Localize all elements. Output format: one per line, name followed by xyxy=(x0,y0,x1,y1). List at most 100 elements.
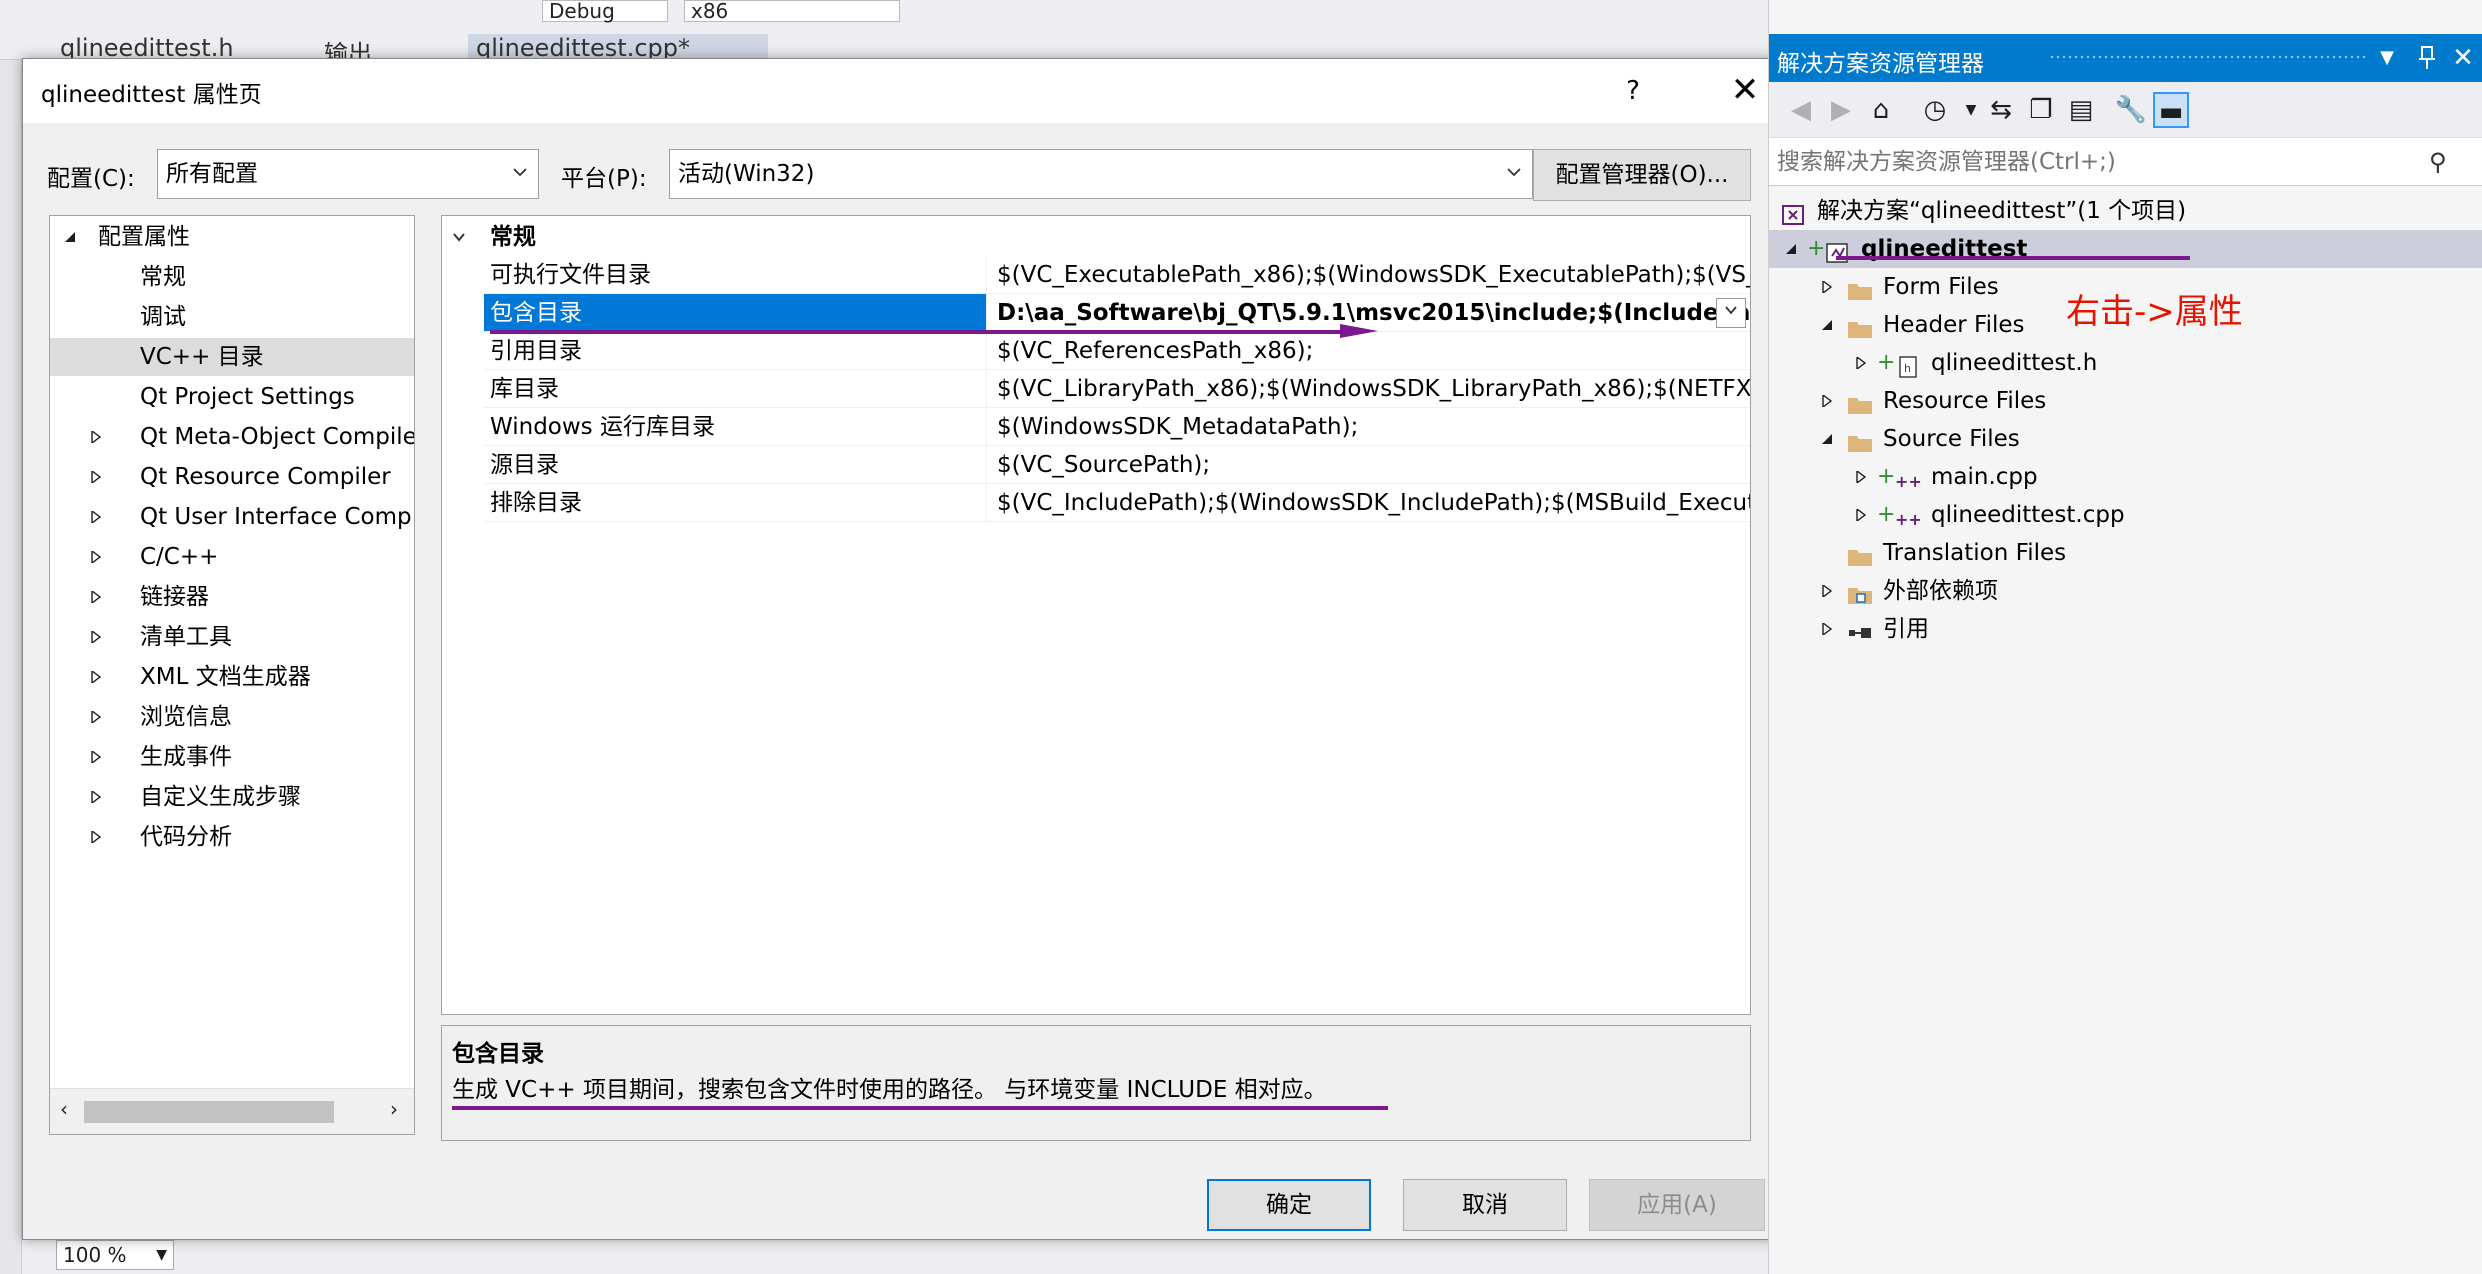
preview-selected-icon[interactable]: ▬ xyxy=(2153,92,2189,128)
history-icon[interactable]: ◷ xyxy=(1917,92,1953,128)
tree-horizontal-scrollbar[interactable]: ‹ › xyxy=(50,1088,414,1134)
collapsed-triangle-icon[interactable] xyxy=(90,711,102,723)
tree-item[interactable]: 配置属性 xyxy=(50,218,414,256)
solution-tree-item[interactable]: + ++ qlineedittest.cpp xyxy=(1769,496,2482,534)
collapsed-triangle-icon[interactable] xyxy=(1855,509,1867,521)
description-title: 包含目录 xyxy=(452,1041,544,1067)
expanded-triangle-icon[interactable] xyxy=(64,231,76,243)
tree-item[interactable]: 代码分析 xyxy=(50,818,414,856)
collapsed-triangle-icon[interactable] xyxy=(90,751,102,763)
tree-item[interactable]: 生成事件 xyxy=(50,738,414,776)
apply-button[interactable]: 应用(A) xyxy=(1589,1179,1765,1231)
cancel-button[interactable]: 取消 xyxy=(1403,1179,1567,1231)
grid-row-value[interactable]: $(VC_LibraryPath_x86);$(WindowsSDK_Libra… xyxy=(986,370,1750,408)
tree-item[interactable]: C/C++ xyxy=(50,538,414,576)
collapsed-triangle-icon[interactable] xyxy=(90,551,102,563)
tree-item[interactable]: 调试 xyxy=(50,298,414,336)
pin-icon[interactable] xyxy=(2409,40,2445,76)
collapsed-triangle-icon[interactable] xyxy=(90,471,102,483)
collapsed-triangle-icon[interactable] xyxy=(1855,357,1867,369)
grid-row[interactable]: 源目录 $(VC_SourcePath); xyxy=(442,446,1750,484)
config-manager-button[interactable]: 配置管理器(O)... xyxy=(1533,149,1751,201)
tree-item[interactable]: Qt Meta-Object Compile xyxy=(50,418,414,456)
solution-tree-item[interactable]: Resource Files xyxy=(1769,382,2482,420)
grid-row-value[interactable]: $(WindowsSDK_MetadataPath); xyxy=(986,408,1750,446)
folder-icon xyxy=(1847,276,1873,300)
grid-row[interactable]: 排除目录 $(VC_IncludePath);$(WindowsSDK_Inclu… xyxy=(442,484,1750,522)
collapsed-triangle-icon[interactable] xyxy=(90,431,102,443)
search-input[interactable] xyxy=(1775,144,2415,180)
config-select[interactable]: 所有配置 xyxy=(157,149,539,199)
grid-row-value[interactable]: $(VC_IncludePath);$(WindowsSDK_IncludePa… xyxy=(986,484,1750,522)
search-icon[interactable]: ⚲ xyxy=(2429,144,2465,180)
help-button[interactable]: ? xyxy=(1611,69,1655,113)
solution-tree-item[interactable]: Translation Files xyxy=(1769,534,2482,572)
solution-tree-item[interactable]: + qlineedittest xyxy=(1769,230,2482,268)
scroll-right-icon[interactable]: › xyxy=(390,1097,398,1121)
collapsed-triangle-icon[interactable] xyxy=(1821,623,1833,635)
tree-item[interactable]: XML 文档生成器 xyxy=(50,658,414,696)
solution-tree-item[interactable]: 引用 xyxy=(1769,610,2482,648)
collapse-all-icon[interactable]: ❐ xyxy=(2023,92,2059,128)
tree-item[interactable]: 清单工具 xyxy=(50,618,414,656)
solution-tree-item[interactable]: + h qlineedittest.h xyxy=(1769,344,2482,382)
scroll-left-icon[interactable]: ‹ xyxy=(60,1097,68,1121)
collapsed-triangle-icon[interactable] xyxy=(90,511,102,523)
back-icon[interactable]: ◀ xyxy=(1783,92,1819,128)
tree-item[interactable]: 常规 xyxy=(50,258,414,296)
ok-button[interactable]: 确定 xyxy=(1207,1179,1371,1231)
solution-config-combo[interactable]: Debug xyxy=(542,0,668,22)
collapsed-triangle-icon[interactable] xyxy=(1855,471,1867,483)
solution-tree-item[interactable]: + ++ main.cpp xyxy=(1769,458,2482,496)
zoom-combo[interactable]: 100 % ▼ xyxy=(56,1240,174,1270)
solution-tree-item[interactable]: 解决方案“qlineedittest”(1 个项目) xyxy=(1769,192,2482,230)
sync-icon[interactable]: ⇆ xyxy=(1983,92,2019,128)
titlebar-grip xyxy=(2049,54,2369,62)
expanded-triangle-icon[interactable] xyxy=(1821,433,1833,445)
scrollbar-thumb[interactable] xyxy=(84,1101,334,1123)
window-position-icon[interactable]: ▼ xyxy=(2369,40,2405,76)
grid-row[interactable]: 库目录 $(VC_LibraryPath_x86);$(WindowsSDK_Li… xyxy=(442,370,1750,408)
collapsed-triangle-icon[interactable] xyxy=(1821,395,1833,407)
chevron-down-icon[interactable] xyxy=(452,230,466,244)
tree-item[interactable]: VC++ 目录 xyxy=(50,338,414,376)
home-icon[interactable]: ⌂ xyxy=(1863,92,1899,128)
close-icon[interactable]: ✕ xyxy=(2445,40,2481,76)
collapsed-triangle-icon[interactable] xyxy=(1821,281,1833,293)
show-all-files-icon[interactable]: ▤ xyxy=(2063,92,2099,128)
solution-tree-item[interactable]: Source Files xyxy=(1769,420,2482,458)
collapsed-triangle-icon[interactable] xyxy=(90,671,102,683)
grid-row-value[interactable]: $(VC_ExecutablePath_x86);$(WindowsSDK_Ex… xyxy=(986,256,1750,294)
grid-row[interactable]: 引用目录 $(VC_ReferencesPath_x86); xyxy=(442,332,1750,370)
grid-row[interactable]: 包含目录 D:\aa_Software\bj_QT\5.9.1\msvc2015\… xyxy=(442,294,1750,332)
header-file-icon: h xyxy=(1895,352,1921,378)
tree-item[interactable]: 浏览信息 xyxy=(50,698,414,736)
collapsed-triangle-icon[interactable] xyxy=(90,631,102,643)
tab-qlineedittest-h[interactable]: qlineedittest.h xyxy=(52,34,232,60)
solution-tree-item[interactable]: 外部依赖项 xyxy=(1769,572,2482,610)
tree-item[interactable]: 链接器 xyxy=(50,578,414,616)
tree-item[interactable]: Qt User Interface Comp xyxy=(50,498,414,536)
collapsed-triangle-icon[interactable] xyxy=(90,591,102,603)
grid-row[interactable]: Windows 运行库目录 $(WindowsSDK_MetadataPath); xyxy=(442,408,1750,446)
tree-item[interactable]: Qt Resource Compiler xyxy=(50,458,414,496)
solution-platform-combo[interactable]: x86 xyxy=(684,0,900,22)
tab-output[interactable]: 输出 xyxy=(316,34,396,60)
tree-item-label: Qt Resource Compiler xyxy=(140,464,391,490)
forward-icon[interactable]: ▶ xyxy=(1823,92,1859,128)
collapsed-triangle-icon[interactable] xyxy=(90,791,102,803)
properties-wrench-icon[interactable]: 🔧 xyxy=(2113,92,2149,128)
collapsed-triangle-icon[interactable] xyxy=(1821,585,1833,597)
collapsed-triangle-icon[interactable] xyxy=(90,831,102,843)
value-dropdown-button[interactable] xyxy=(1716,298,1746,328)
close-button[interactable]: ✕ xyxy=(1715,65,1775,117)
grid-category-general[interactable]: 常规 xyxy=(442,218,1750,256)
expanded-triangle-icon[interactable] xyxy=(1785,243,1797,255)
grid-row-value[interactable]: $(VC_SourcePath); xyxy=(986,446,1750,484)
platform-select[interactable]: 活动(Win32) xyxy=(669,149,1533,199)
tree-item[interactable]: 自定义生成步骤 xyxy=(50,778,414,816)
grid-row[interactable]: 可执行文件目录 $(VC_ExecutablePath_x86);$(Window… xyxy=(442,256,1750,294)
tree-item[interactable]: Qt Project Settings xyxy=(50,378,414,416)
expanded-triangle-icon[interactable] xyxy=(1821,319,1833,331)
tab-qlineedittest-cpp[interactable]: qlineedittest.cpp* xyxy=(468,34,768,60)
